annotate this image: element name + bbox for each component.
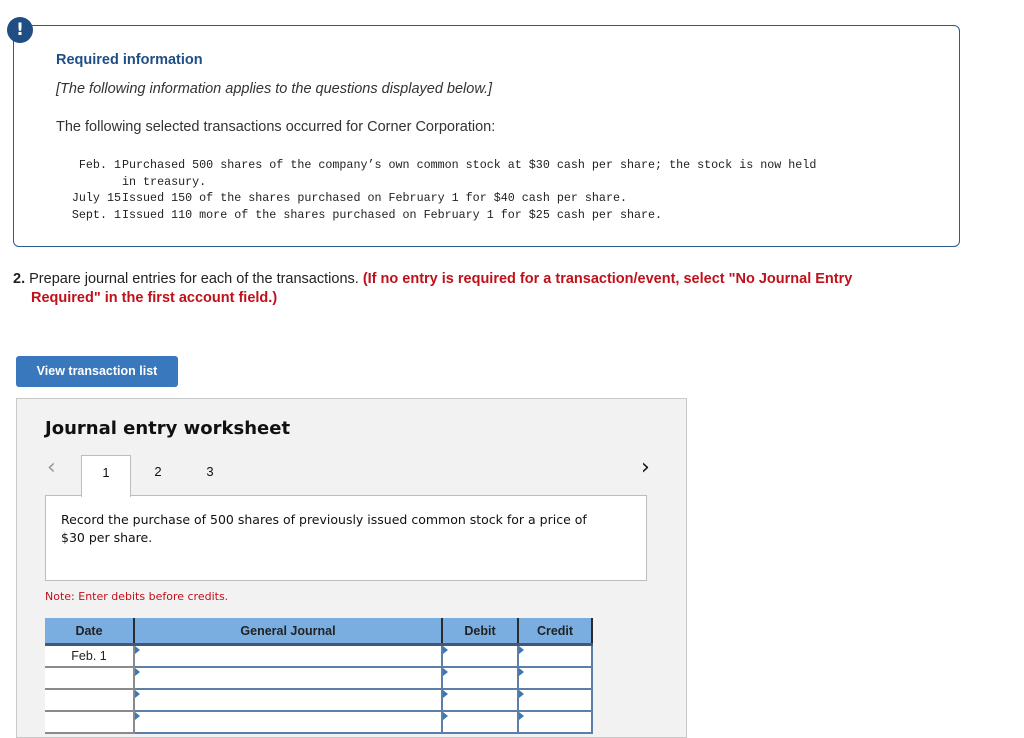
question-hint-continued: Required" in the first account field.) (31, 290, 278, 306)
row-date: Feb. 1 (45, 644, 135, 668)
debit-input[interactable] (441, 643, 519, 668)
tab-entry-2[interactable]: 2 (133, 455, 183, 495)
transaction-date: Feb. 1 (78, 158, 121, 172)
transaction-list: Feb. 1 Purchased 500 shares of the compa… (57, 157, 816, 223)
account-input[interactable] (133, 710, 443, 734)
debit-input[interactable] (441, 666, 519, 690)
transaction-row: in treasury. (57, 174, 816, 191)
transaction-row: Feb. 1 Purchased 500 shares of the compa… (57, 157, 816, 174)
transaction-text: Issued 110 more of the shares purchased … (122, 207, 663, 222)
row-date (45, 667, 135, 690)
entry-description: Record the purchase of 500 shares of pre… (61, 512, 587, 545)
credit-input[interactable] (517, 666, 593, 690)
header-credit: Credit (518, 618, 593, 646)
credit-input[interactable] (517, 688, 593, 712)
transaction-text: Purchased 500 shares of the company’s ow… (122, 158, 817, 172)
required-info-title: Required information (56, 52, 203, 68)
account-input[interactable] (133, 643, 443, 668)
worksheet-title: Journal entry worksheet (45, 418, 291, 439)
credit-input[interactable] (517, 643, 593, 668)
question-number: 2. (13, 271, 26, 287)
view-transaction-list-button[interactable]: View transaction list (16, 356, 178, 387)
transaction-text: Issued 150 of the shares purchased on Fe… (122, 191, 627, 206)
header-general-journal: General Journal (134, 618, 443, 646)
required-info-subtitle: [The following information applies to th… (56, 81, 493, 97)
transaction-date (57, 174, 121, 191)
debit-input[interactable] (441, 710, 519, 734)
table-header-row: Date General Journal Debit Credit (45, 618, 593, 646)
transaction-date: July 15 (71, 191, 121, 206)
journal-table: Date General Journal Debit Credit Feb. 1 (45, 618, 593, 734)
transaction-text: in treasury. (122, 174, 207, 189)
tab-entry-1[interactable]: 1 (81, 455, 131, 497)
account-input[interactable] (133, 666, 443, 690)
entry-description-box: Record the purchase of 500 shares of pre… (45, 495, 647, 581)
journal-entry-worksheet: Journal entry worksheet ‹ 1 2 3 › Record… (16, 398, 687, 738)
header-debit: Debit (442, 618, 519, 646)
chevron-right-icon[interactable]: › (641, 455, 650, 480)
chevron-left-icon[interactable]: ‹ (47, 455, 56, 480)
transaction-row: July 15 Issued 150 of the shares purchas… (57, 190, 816, 207)
debits-credits-note: Note: Enter debits before credits. (45, 590, 229, 603)
transaction-row: Sept. 1 Issued 110 more of the shares pu… (57, 207, 816, 224)
table-row: Feb. 1 (45, 643, 593, 668)
transaction-date: Sept. 1 (71, 207, 121, 222)
row-date (45, 689, 135, 712)
question-text: Prepare journal entries for each of the … (29, 271, 359, 287)
account-input[interactable] (133, 688, 443, 712)
header-date: Date (45, 618, 135, 646)
debit-input[interactable] (441, 688, 519, 712)
question-prompt: 2. Prepare journal entries for each of t… (13, 270, 933, 308)
table-row (45, 688, 593, 712)
required-info-intro: The following selected transactions occu… (56, 119, 496, 135)
question-hint: (If no entry is required for a transacti… (362, 271, 853, 287)
tab-entry-3[interactable]: 3 (185, 455, 235, 495)
row-date (45, 711, 135, 734)
credit-input[interactable] (517, 710, 593, 734)
alert-icon: ! (7, 17, 33, 43)
table-row (45, 666, 593, 690)
table-row (45, 710, 593, 734)
